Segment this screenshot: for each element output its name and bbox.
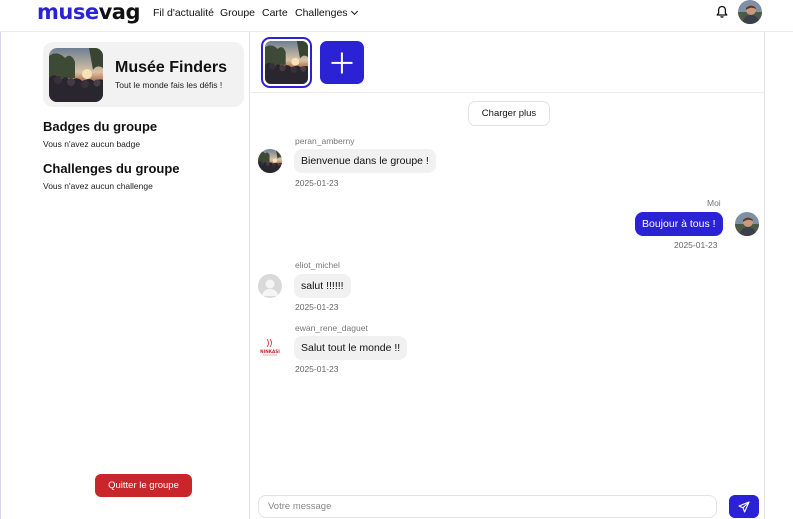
group-name: Musée Finders (115, 59, 228, 76)
ninkasi-logo-avatar: NINKASI (258, 336, 282, 360)
message-input[interactable] (268, 496, 716, 517)
chevron-down-icon (350, 7, 358, 16)
group-thumbnail-selected[interactable] (261, 37, 312, 88)
brand-logo[interactable]: musevag (37, 0, 140, 24)
group-thumbnails-bar (251, 32, 765, 93)
brand-logo-part1: muse (37, 0, 99, 24)
badges-empty-text: Vous n'avez aucun badge (43, 139, 141, 149)
message-date: 2025-01-23 (295, 364, 339, 374)
message-date: 2025-01-23 (295, 178, 339, 188)
group-card: Musée Finders Tout le monde fais les déf… (43, 42, 244, 107)
load-more-button[interactable]: Charger plus (468, 101, 550, 126)
ninkasi-logo-text: NINKASI (260, 349, 280, 354)
group-chat: Charger plus peran_amberny Bienvenue dan… (251, 32, 765, 519)
brand-logo-part2: vag (98, 0, 141, 24)
sender-avatar (258, 149, 282, 173)
message-sender: ewan_rene_daguet (295, 323, 368, 333)
message-date: 2025-01-23 (295, 302, 339, 312)
message-sender: peran_amberny (295, 136, 355, 146)
group-sidebar: Musée Finders Tout le monde fais les déf… (0, 32, 250, 519)
group-image (49, 48, 103, 102)
badges-title: Badges du groupe (43, 119, 158, 134)
message-bubble: Salut tout le monde !! (294, 336, 408, 360)
message-composer (258, 495, 717, 518)
message-bubble: Bienvenue dans le groupe ! (294, 149, 436, 173)
user-avatar[interactable] (738, 0, 762, 24)
quit-group-button[interactable]: Quitter le groupe (95, 474, 192, 497)
nav-link-group[interactable]: Groupe (220, 7, 255, 19)
group-tagline: Tout le monde fais les défis ! (115, 80, 223, 90)
message-sender: eliot_michel (295, 260, 340, 270)
default-avatar-icon (258, 274, 282, 298)
add-group-button[interactable] (320, 41, 364, 84)
nav-link-map[interactable]: Carte (262, 7, 288, 19)
nav-link-feed[interactable]: Fil d'actualité (153, 7, 214, 19)
send-button[interactable] (729, 495, 759, 518)
top-navbar: musevag Fil d'actualité Groupe Carte Cha… (0, 0, 793, 32)
send-icon (738, 501, 750, 513)
challenges-empty-text: Vous n'avez aucun challenge (43, 181, 153, 191)
own-avatar (735, 212, 759, 236)
message-date: 2025-01-23 (674, 240, 718, 250)
message-bubble: salut !!!!!! (294, 274, 351, 298)
nav-dropdown-challenges[interactable]: Challenges (295, 7, 358, 19)
nav-challenges-label: Challenges (295, 7, 348, 19)
message-bubble-own: Boujour à tous ! (635, 212, 723, 236)
message-sender: Moi (707, 198, 721, 208)
challenges-title: Challenges du groupe (43, 161, 180, 176)
bell-icon[interactable] (715, 5, 729, 19)
